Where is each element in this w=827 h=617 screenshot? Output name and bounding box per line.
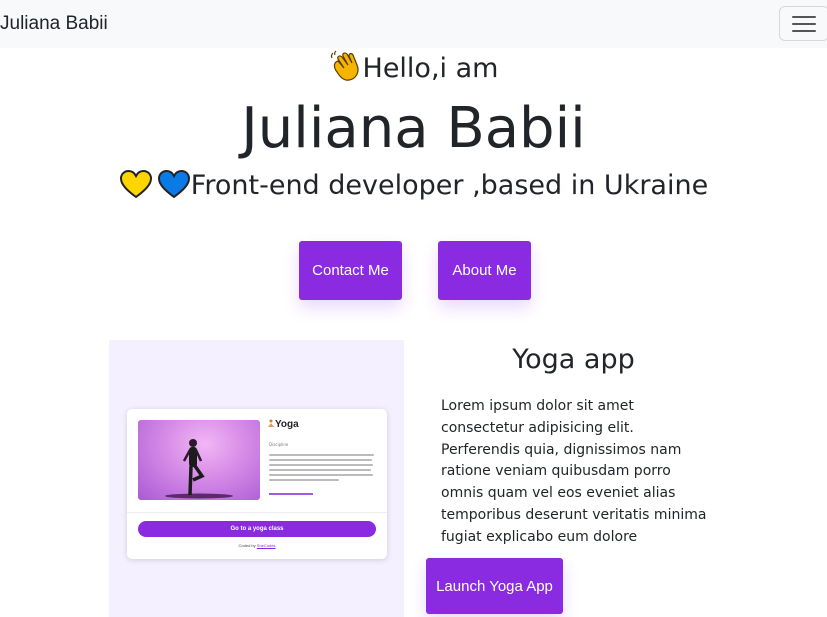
hamburger-bar — [792, 30, 816, 32]
project-description: Lorem ipsum dolor sit amet consectetur a… — [441, 398, 707, 545]
preview-footer-prefix: Coded by — [238, 543, 256, 548]
waving-hand-icon — [330, 50, 359, 81]
preview-yoga-class-button: Go to a yoga class — [138, 521, 376, 537]
navbar-brand[interactable]: Juliana Babii — [0, 13, 108, 35]
preview-footer: Coded by SheCodes — [127, 543, 387, 548]
greeting-text: Hello,i am — [362, 53, 499, 84]
yoga-icon — [268, 419, 274, 427]
blue-heart-icon — [157, 169, 190, 199]
preview-subtitle: Discipline — [269, 442, 289, 447]
project-title: Yoga app — [512, 344, 635, 375]
hero-greeting: Hello,i am — [0, 50, 827, 87]
preview-card-title: Yoga — [267, 419, 299, 430]
preview-divider — [127, 512, 387, 513]
yellow-heart-icon — [119, 169, 152, 199]
yoga-app-preview-image: Yoga Discipline Go to a yoga class Coded… — [109, 340, 404, 617]
tagline-text: Front-end developer ,based in Ukraine — [190, 170, 709, 201]
preview-footer-link: SheCodes — [256, 543, 276, 548]
about-me-button[interactable]: About Me — [438, 241, 531, 300]
hero-name: Juliana Babii — [241, 96, 586, 161]
preview-text-line — [269, 454, 374, 456]
preview-card: Yoga Discipline Go to a yoga class Coded… — [127, 409, 387, 559]
preview-link-line — [269, 493, 313, 495]
preview-text-line — [269, 459, 372, 461]
hamburger-bar — [792, 23, 816, 25]
contact-me-button[interactable]: Contact Me — [299, 241, 402, 300]
launch-yoga-app-button[interactable]: Launch Yoga App — [426, 558, 563, 614]
yoga-pose-figure — [165, 439, 233, 499]
yoga-photo — [138, 420, 260, 500]
hero-tagline: Front-end developer ,based in Ukraine — [0, 168, 827, 204]
hamburger-menu-icon — [792, 16, 816, 18]
navbar-toggler-button[interactable] — [779, 6, 827, 41]
preview-text-line — [269, 464, 373, 466]
preview-text-line — [269, 479, 339, 481]
navbar: Juliana Babii — [0, 0, 827, 48]
preview-text-line — [269, 469, 371, 471]
preview-title-text: Yoga — [275, 419, 299, 430]
preview-text-line — [269, 474, 373, 476]
